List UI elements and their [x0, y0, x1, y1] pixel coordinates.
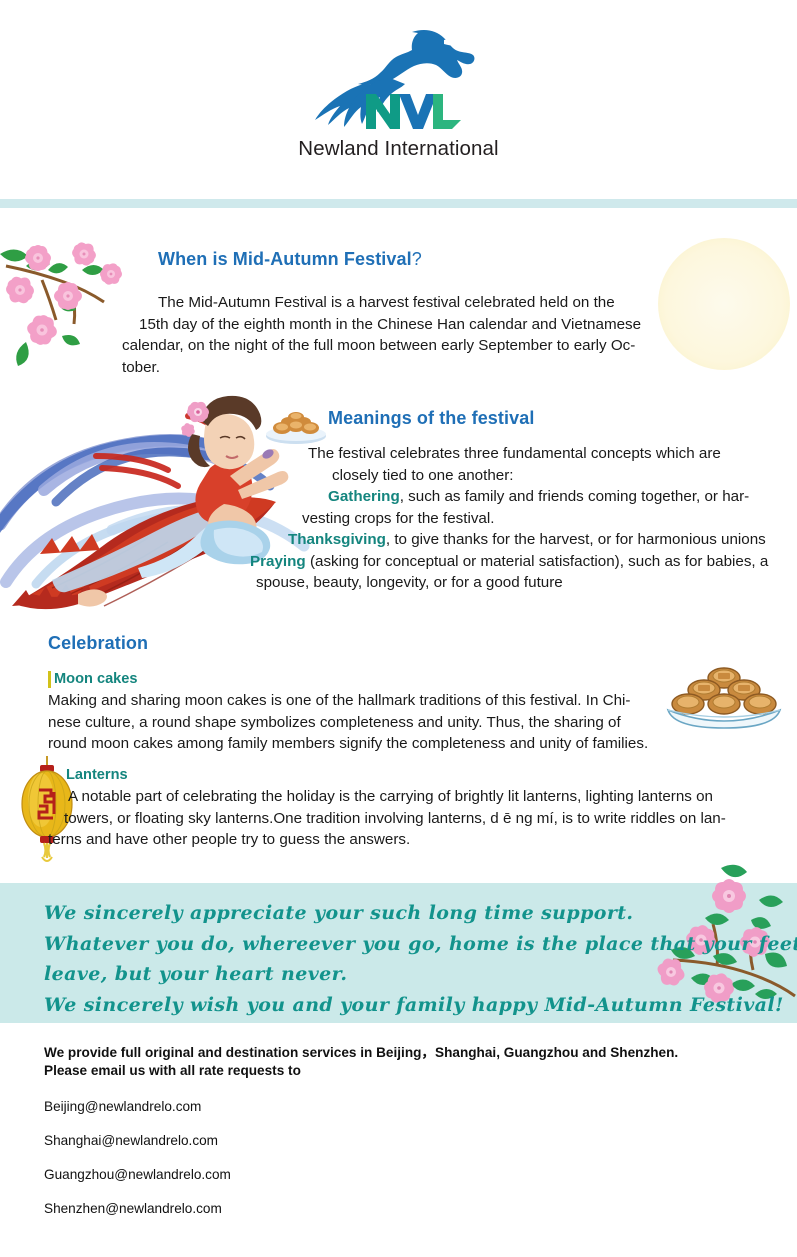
mooncakes-line-2: nese culture, a round shape symbolizes c…: [48, 713, 621, 731]
celebration-subsection-lanterns: Lanterns A notable part of celebrating t…: [48, 767, 752, 851]
header-divider: [0, 199, 797, 208]
greeting-message: We sincerely appreciate your such long t…: [44, 898, 797, 1020]
page-header: Newland International: [0, 0, 797, 208]
email-shenzhen[interactable]: Shenzhen@newlandrelo.com: [44, 1201, 764, 1216]
concept-praying-rest: (asking for conceptual or material satis…: [305, 552, 769, 570]
lanterns-line-3: terns and have other people try to guess…: [48, 831, 411, 848]
full-moon-icon: [658, 238, 790, 370]
when-section-title: When is Mid-Autumn Festival?: [158, 249, 422, 270]
footer-lead-text: We provide full original and destination…: [44, 1044, 764, 1080]
email-guangzhou[interactable]: Guangzhou@newlandrelo.com: [44, 1167, 764, 1182]
leaping-panther-logo-icon: [314, 30, 474, 129]
concept-thanksgiving-keyword: Thanksgiving: [288, 531, 386, 548]
concept-gathering-line-2: vesting crops for the festival.: [302, 509, 495, 527]
greeting-line-4: We sincerely wish you and your family ha…: [44, 993, 784, 1016]
mooncakes-heading: Moon cakes: [54, 671, 138, 687]
lanterns-line-1: A notable part of celebrating the holida…: [68, 788, 714, 805]
page-footer: We provide full original and destination…: [44, 1044, 764, 1216]
meanings-section-body: The festival celebrates three fundamenta…: [228, 443, 790, 594]
celebration-section-title: Celebration: [48, 633, 149, 653]
meanings-intro-line-2: closely tied to one another:: [332, 466, 514, 484]
lanterns-heading: Lanterns: [66, 767, 128, 783]
when-title-question-mark: ?: [411, 249, 422, 269]
email-shanghai[interactable]: Shanghai@newlandrelo.com: [44, 1133, 764, 1148]
concept-gathering-rest: , such as family and friends coming toge…: [399, 488, 750, 505]
celebration-subsection-mooncakes: Moon cakes Making and sharing moon cakes…: [48, 671, 658, 755]
mooncakes-on-plate-icon: [666, 667, 782, 729]
cherry-blossom-branch-icon: [0, 242, 122, 366]
concept-praying-line-2: spouse, beauty, longevity, or for a good…: [256, 574, 563, 591]
mooncakes-paragraph: Making and sharing moon cakes is one of …: [48, 690, 658, 755]
when-section-paragraph: The Mid-Autumn Festival is a harvest fes…: [122, 292, 664, 378]
company-logo: [0, 22, 797, 137]
concept-praying-keyword: Praying: [250, 552, 306, 570]
mooncakes-line-3: round moon cakes among family members si…: [48, 735, 649, 752]
lanterns-line-2: towers, or floating sky lanterns.One tra…: [64, 809, 726, 827]
newsletter-page: Newland International When is Mid-Autumn…: [0, 0, 797, 1257]
email-beijing[interactable]: Beijing@newlandrelo.com: [44, 1099, 764, 1114]
mooncakes-line-1: Making and sharing moon cakes is one of …: [48, 692, 631, 709]
when-title-text: When is Mid-Autumn Festival: [158, 249, 412, 269]
when-line-3: calendar, on the night of the full moon …: [122, 337, 636, 354]
lanterns-paragraph: A notable part of celebrating the holida…: [48, 786, 752, 851]
when-line-4: tober.: [122, 358, 160, 376]
greeting-line-2: Whatever you do, whereever you go, home …: [44, 932, 797, 955]
meanings-intro-line-1: The festival celebrates three fundamenta…: [308, 445, 721, 462]
footer-lead-line-1: We provide full original and destination…: [44, 1045, 679, 1060]
concept-praying-line-1: Praying (asking for conceptual or materi…: [228, 551, 790, 573]
greeting-line-1: We sincerely appreciate your such long t…: [44, 902, 634, 924]
footer-lead-line-2: Please email us with all rate requests t…: [44, 1063, 301, 1078]
when-line-1: The Mid-Autumn Festival is a harvest fes…: [158, 294, 615, 311]
when-line-2: 15th day of the eighth month in the Chin…: [139, 315, 642, 333]
concept-gathering-line-1: Gathering, such as family and friends co…: [228, 486, 790, 508]
concept-gathering-keyword: Gathering: [328, 488, 400, 505]
greeting-line-3: leave, but your heart never.: [44, 963, 348, 985]
meanings-section-title: Meanings of the festival: [328, 408, 535, 428]
mooncakes-accent-bar: [48, 671, 51, 688]
concept-thanksgiving-line-1: Thanksgiving, to give thanks for the har…: [228, 529, 790, 551]
company-name: Newland International: [298, 137, 499, 160]
concept-thanksgiving-rest: , to give thanks for the harvest, or for…: [385, 531, 766, 548]
